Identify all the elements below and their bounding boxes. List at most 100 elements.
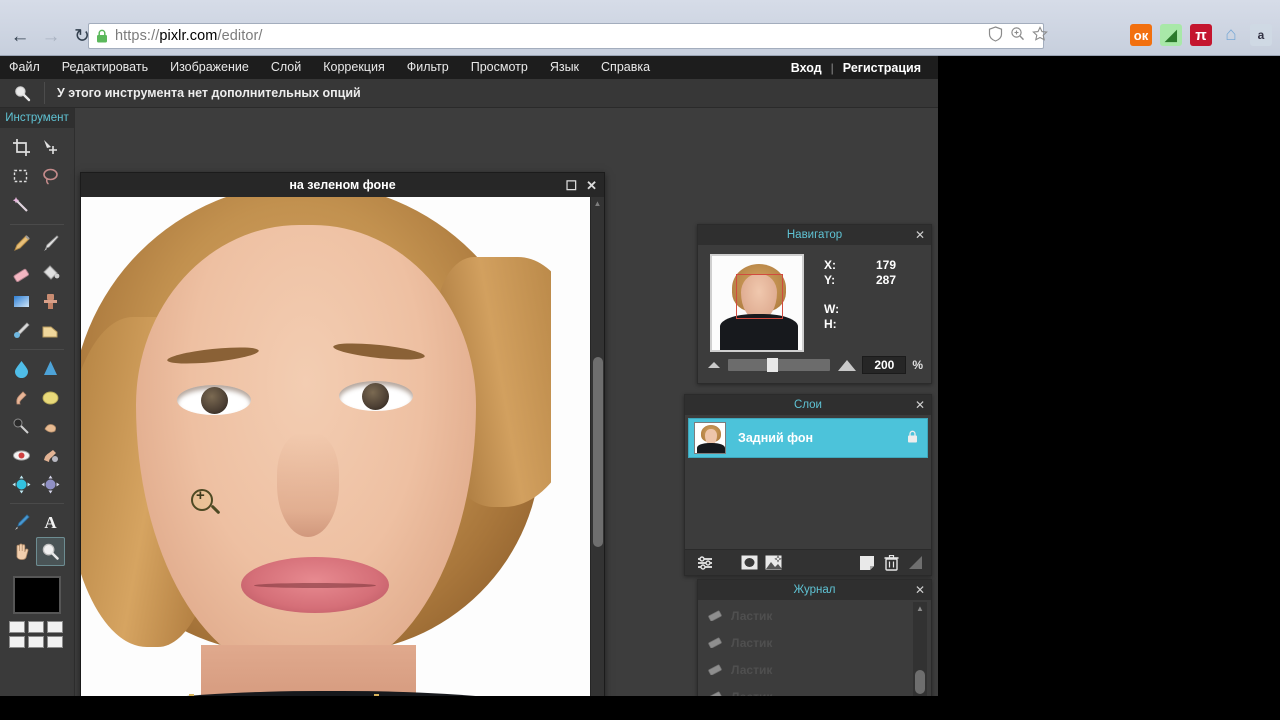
pi-extension-icon[interactable]: π (1190, 24, 1212, 46)
zoom-slider-knob[interactable] (766, 358, 778, 372)
canvas-document-title: на зеленом фоне (289, 178, 396, 192)
paint-bucket-tool[interactable] (36, 258, 65, 287)
odnoklassniki-extension-icon[interactable]: ок (1130, 24, 1152, 46)
layer-settings-icon[interactable] (693, 553, 717, 573)
home-extension-icon[interactable]: ⌂ (1220, 24, 1242, 46)
address-bar[interactable]: https://pixlr.com/editor/ (88, 23, 1044, 49)
scroll-up-arrow-icon[interactable]: ▲ (591, 197, 604, 210)
scroll-up-arrow-icon[interactable]: ▲ (913, 602, 927, 615)
canvas-vertical-scrollbar[interactable]: ▲ ▼ (590, 197, 604, 716)
menu-image[interactable]: Изображение (159, 56, 260, 79)
palette-swatch[interactable] (47, 636, 63, 648)
small-mountain-icon[interactable] (708, 362, 720, 368)
spot-heal-tool[interactable] (36, 441, 65, 470)
lasso-tool[interactable] (36, 162, 65, 191)
zoom-value-input[interactable]: 200 (862, 356, 907, 374)
burn-tool[interactable] (36, 412, 65, 441)
layers-panel-title-bar[interactable]: Слои ✕ (685, 395, 931, 415)
smudge-tool[interactable] (7, 383, 36, 412)
zoom-tool[interactable] (36, 537, 65, 566)
shield-icon[interactable] (988, 26, 1003, 47)
layer-mask-icon[interactable] (737, 553, 761, 573)
menu-layer[interactable]: Слой (260, 56, 312, 79)
menu-adjustment[interactable]: Коррекция (312, 56, 395, 79)
canvas-title-bar[interactable]: на зеленом фоне ☐ ✕ (81, 173, 604, 197)
eraser-tool[interactable] (7, 258, 36, 287)
history-item[interactable]: Ластик (702, 656, 913, 683)
red-eye-tool[interactable] (7, 441, 36, 470)
color-replace-tool[interactable] (7, 316, 36, 345)
navigator-panel-title-bar[interactable]: Навигатор ✕ (698, 225, 931, 245)
close-icon[interactable]: ✕ (915, 225, 925, 245)
menu-filter[interactable]: Фильтр (396, 56, 460, 79)
tool-group-selection (0, 133, 74, 220)
close-icon[interactable]: ✕ (915, 395, 925, 415)
image-nose (277, 433, 339, 537)
browser-nav-buttons: ← → ↻ (6, 22, 96, 50)
clone-stamp-tool[interactable] (36, 287, 65, 316)
restore-window-icon[interactable]: ☐ (565, 179, 577, 192)
back-arrow-icon[interactable]: ← (6, 22, 34, 50)
drawing-tool[interactable] (36, 316, 65, 345)
history-item[interactable]: Ластик (702, 602, 913, 629)
sharpen-tool[interactable] (36, 354, 65, 383)
eraser-icon (708, 608, 723, 624)
history-panel-title-bar[interactable]: Журнал ✕ (698, 580, 931, 600)
menu-language[interactable]: Язык (539, 56, 590, 79)
register-link[interactable]: Регистрация (834, 61, 930, 75)
panel-resize-grip-icon[interactable] (903, 553, 927, 573)
canvas-image-area[interactable] (81, 197, 604, 716)
history-item[interactable]: Ластик (702, 629, 913, 656)
evernote-extension-icon[interactable]: ◢ (1160, 24, 1182, 46)
menu-help[interactable]: Справка (590, 56, 661, 79)
type-tool[interactable]: A (36, 508, 65, 537)
delete-layer-icon[interactable] (879, 553, 903, 573)
hand-tool[interactable] (7, 537, 36, 566)
pinch-tool[interactable] (36, 470, 65, 499)
layers-toolbar (685, 549, 931, 575)
pencil-tool[interactable] (7, 229, 36, 258)
eyedropper-tool[interactable] (7, 508, 36, 537)
address-bar-url: https://pixlr.com/editor/ (115, 28, 263, 44)
dodge-tool[interactable] (7, 412, 36, 441)
forward-arrow-icon[interactable]: → (37, 22, 65, 50)
move-tool[interactable] (36, 133, 65, 162)
large-mountain-icon[interactable] (838, 359, 857, 371)
gradient-tool[interactable] (7, 287, 36, 316)
blur-tool[interactable] (7, 354, 36, 383)
zoom-slider[interactable] (728, 358, 831, 372)
lock-icon[interactable] (907, 430, 918, 446)
layer-style-icon[interactable] (761, 553, 785, 573)
new-layer-icon[interactable] (855, 553, 879, 573)
foreground-color-swatch[interactable] (13, 576, 61, 614)
palette-swatch[interactable] (9, 621, 25, 633)
layer-row[interactable]: Задний фон (688, 418, 928, 458)
navigator-viewport-rect[interactable] (736, 274, 783, 319)
navigator-body: X: 179 Y: 287 W: H: (698, 245, 931, 352)
navigator-thumbnail[interactable] (710, 254, 804, 352)
menu-view[interactable]: Просмотр (460, 56, 539, 79)
close-icon[interactable]: ✕ (586, 179, 597, 192)
zoom-search-icon[interactable] (1010, 26, 1025, 47)
bloat-tool[interactable] (7, 470, 36, 499)
tools-body: A (0, 128, 74, 648)
palette-swatch[interactable] (28, 636, 44, 648)
close-icon[interactable]: ✕ (915, 580, 925, 600)
magic-wand-tool[interactable] (7, 191, 36, 220)
history-scroll-thumb[interactable] (915, 670, 925, 694)
bookmark-star-icon[interactable] (1032, 26, 1048, 47)
menu-edit[interactable]: Редактировать (51, 56, 159, 79)
amazon-extension-icon[interactable]: a (1250, 24, 1272, 46)
palette-swatch[interactable] (47, 621, 63, 633)
menu-file[interactable]: Файл (0, 56, 51, 79)
image-iris-left (201, 387, 228, 414)
crop-tool[interactable] (7, 133, 36, 162)
history-item-label: Ластик (731, 635, 773, 650)
sponge-tool[interactable] (36, 383, 65, 412)
marquee-select-tool[interactable] (7, 162, 36, 191)
vertical-scroll-thumb[interactable] (593, 357, 603, 547)
palette-swatch[interactable] (9, 636, 25, 648)
palette-swatch[interactable] (28, 621, 44, 633)
brush-tool[interactable] (36, 229, 65, 258)
login-link[interactable]: Вход (782, 61, 831, 75)
